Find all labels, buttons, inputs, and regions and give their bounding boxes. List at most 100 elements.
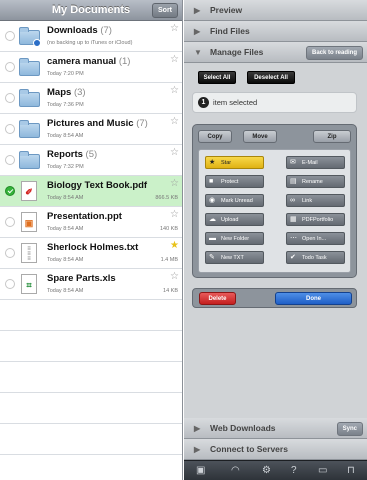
find-files-section[interactable]: ▶ Find Files <box>184 21 367 42</box>
gear-icon[interactable]: ⚙ <box>262 464 271 478</box>
action-label: PDFPortfolio <box>302 217 334 223</box>
action-grid: ★ Star ✉ E-Mail ■ Protect ▤ Rename ◉ Mark Unread ∞… <box>198 149 351 273</box>
file-size: 866.5 KB <box>155 195 178 201</box>
star-icon[interactable]: ☆ <box>170 23 179 34</box>
item-count: (3) <box>73 87 86 98</box>
folder-icon: ▬ <box>209 235 216 242</box>
star-icon[interactable]: ★ <box>170 240 179 251</box>
chevron-right-icon: ▶ <box>194 27 201 36</box>
mark-unread-button[interactable]: ◉ Mark Unread <box>205 194 264 207</box>
file-name: camera manual (1) <box>47 56 131 67</box>
star-icon[interactable]: ☆ <box>170 85 179 96</box>
file-row[interactable]: Pictures and Music (7) Today 8:54 AM ☆ <box>0 114 182 145</box>
folder-icon <box>19 58 40 76</box>
manage-files-section[interactable]: ▼ Manage Files Back to reading <box>184 42 367 63</box>
rename-button[interactable]: ▤ Rename <box>286 175 345 188</box>
preview-section[interactable]: ▶ Preview <box>184 0 367 21</box>
file-date: Today 7:32 PM <box>47 164 84 170</box>
file-date: Today 8:54 AM <box>47 195 84 201</box>
file-name: Reports (5) <box>47 149 98 160</box>
documents-title: My Documents <box>51 4 131 16</box>
folder-icon <box>19 151 40 169</box>
open-in-button[interactable]: ⋯ Open In... <box>286 232 345 245</box>
pdfportfolio-button[interactable]: ▦ PDFPortfolio <box>286 213 345 226</box>
zip-button[interactable]: Zip <box>313 130 351 143</box>
file-row[interactable]: Maps (3) Today 7:36 PM ☆ <box>0 83 182 114</box>
upload-button[interactable]: ☁ Upload <box>205 213 264 226</box>
file-row[interactable]: camera manual (1) Today 7:20 PM ☆ <box>0 52 182 83</box>
file-row[interactable]: ✐ Biology Text Book.pdf Today 8:54 AM 866.… <box>0 176 182 207</box>
star-icon[interactable]: ☆ <box>170 271 179 282</box>
rename-icon: ▤ <box>290 178 297 185</box>
delete-button[interactable]: Delete <box>199 292 236 305</box>
file-row[interactable]: Reports (5) Today 7:32 PM ☆ <box>0 145 182 176</box>
connect-servers-label: Connect to Servers <box>210 444 288 454</box>
star-icon[interactable]: ☆ <box>170 178 179 189</box>
action-label: Upload <box>221 217 239 223</box>
todo-task-button[interactable]: ✔ Todo Task <box>286 251 345 264</box>
web-downloads-section[interactable]: ▶ Web Downloads Sync <box>184 418 367 439</box>
select-radio[interactable] <box>5 217 15 227</box>
action-label: Protect <box>221 179 239 185</box>
protect-button[interactable]: ■ Protect <box>205 175 264 188</box>
sort-button[interactable]: Sort <box>152 3 178 18</box>
file-row[interactable]: ⌗ Spare Parts.xls Today 8:54 AM 14 KB ☆ <box>0 269 182 300</box>
help-icon[interactable]: ? <box>291 464 297 478</box>
camera-icon[interactable]: ▣ <box>196 464 205 478</box>
item-count: (1) <box>118 56 131 67</box>
selected-count-badge: 1 <box>198 97 209 108</box>
new-txt-button[interactable]: ✎ New TXT <box>205 251 264 264</box>
star-icon[interactable]: ☆ <box>170 116 179 127</box>
file-name: Biology Text Book.pdf <box>47 180 148 191</box>
star-icon[interactable]: ☆ <box>170 147 179 158</box>
documents-header: My Documents Sort <box>0 0 182 21</box>
empty-row <box>0 300 182 331</box>
sync-button[interactable]: Sync <box>336 422 363 436</box>
star-icon[interactable]: ☆ <box>170 209 179 220</box>
file-list: Downloads (7) (no backing up to iTunes or… <box>0 21 182 480</box>
item-count: (7) <box>136 118 148 129</box>
select-radio[interactable] <box>5 155 15 165</box>
action-label: Todo Task <box>302 255 327 261</box>
preview-label: Preview <box>210 5 243 15</box>
star-icon[interactable]: ☆ <box>170 54 179 65</box>
folder-icon <box>19 89 40 107</box>
select-radio[interactable] <box>5 124 15 134</box>
done-button[interactable]: Done <box>275 292 352 305</box>
select-radio[interactable] <box>5 62 15 72</box>
link-icon: ∞ <box>290 197 295 204</box>
select-radio[interactable] <box>5 31 15 41</box>
select-radio[interactable] <box>5 248 15 258</box>
file-date: Today 8:54 AM <box>47 133 84 139</box>
file-name: Spare Parts.xls <box>47 273 116 284</box>
select-radio[interactable] <box>5 186 15 196</box>
star-button[interactable]: ★ Star <box>205 156 264 169</box>
e-mail-button[interactable]: ✉ E-Mail <box>286 156 345 169</box>
chevron-right-icon: ▶ <box>194 445 201 454</box>
bottom-toolbar: ▣ ◠ ⚙ ? ▭ ⊓ <box>184 460 367 480</box>
lock-icon[interactable]: ⊓ <box>347 464 355 478</box>
display-icon[interactable]: ▭ <box>318 464 327 478</box>
select-radio[interactable] <box>5 93 15 103</box>
file-row[interactable]: ▣ Presentation.ppt Today 8:54 AM 140 KB ☆ <box>0 207 182 238</box>
item-count: (5) <box>85 149 98 160</box>
empty-row <box>0 331 182 362</box>
wifi-icon[interactable]: ◠ <box>231 464 240 478</box>
deselect-all-button[interactable]: Deselect All <box>247 71 295 84</box>
back-to-reading-button[interactable]: Back to reading <box>305 46 363 60</box>
chevron-down-icon: ▼ <box>194 48 202 57</box>
new-folder-button[interactable]: ▬ New Folder <box>205 232 264 245</box>
action-label: New TXT <box>221 255 244 261</box>
file-date: Today 7:36 PM <box>47 102 84 108</box>
file-row[interactable]: Downloads (7) (no backing up to iTunes or… <box>0 21 182 52</box>
link-button[interactable]: ∞ Link <box>286 194 345 207</box>
file-row[interactable]: ≡ ≡ ≡ Sherlock Holmes.txt Today 8:54 AM 1.4 … <box>0 238 182 269</box>
action-label: New Folder <box>221 236 250 242</box>
copy-button[interactable]: Copy <box>198 130 232 143</box>
more-icon: ⋯ <box>290 235 297 242</box>
select-all-button[interactable]: Select All <box>198 71 236 84</box>
move-button[interactable]: Move <box>243 130 277 143</box>
file-operations-panel: Copy Move Zip ★ Star ✉ E-Mail ■ Protect ▤ Renam… <box>192 124 357 278</box>
select-radio[interactable] <box>5 279 15 289</box>
connect-servers-section[interactable]: ▶ Connect to Servers <box>184 439 367 460</box>
